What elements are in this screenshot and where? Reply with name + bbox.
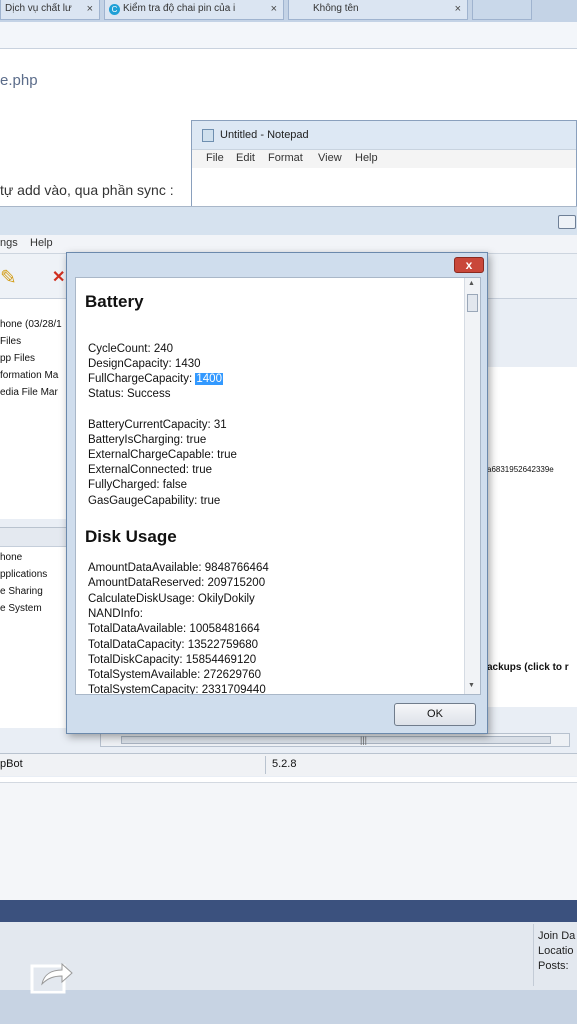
ok-button[interactable]: OK bbox=[394, 703, 476, 726]
maximize-button[interactable] bbox=[558, 215, 576, 229]
close-icon[interactable]: × bbox=[87, 0, 93, 18]
gas-gauge-capability: GasGaugeCapability: true bbox=[88, 495, 221, 507]
battery-info-dialog: x Battery CycleCount: 240 DesignCapacity… bbox=[66, 252, 488, 734]
total-system-available: TotalSystemAvailable: 272629760 bbox=[88, 669, 262, 681]
vertical-scrollbar[interactable]: ▲ ▼ bbox=[464, 278, 480, 694]
scroll-up-icon[interactable]: ▲ bbox=[468, 280, 475, 287]
browser-tab-kiem-tra[interactable]: C Kiểm tra độ chai pin của i × bbox=[104, 0, 284, 20]
dialog-footer: OK bbox=[67, 695, 487, 733]
page-link[interactable]: e.php bbox=[0, 72, 38, 89]
page-body-text: tự add vào, qua phần sync : bbox=[0, 182, 174, 198]
browser-tab-khong-ten[interactable]: Không tên × bbox=[288, 0, 468, 20]
notepad-window[interactable]: Untitled - Notepad File Edit Format View… bbox=[191, 120, 577, 220]
tab-label: Không tên bbox=[313, 3, 359, 14]
share-icon[interactable] bbox=[30, 958, 74, 994]
menu-settings[interactable]: ngs bbox=[0, 237, 18, 249]
profile-location: Locatio bbox=[538, 945, 574, 957]
disk-usage-heading: Disk Usage bbox=[85, 527, 177, 546]
tree-item-device[interactable]: hone (03/28/1 bbox=[0, 319, 62, 330]
battery-heading: Battery bbox=[85, 292, 144, 311]
amount-data-available: AmountDataAvailable: 9848766464 bbox=[88, 562, 269, 574]
browser-tab-dich-vu[interactable]: Dịch vụ chất lư × bbox=[0, 0, 100, 20]
detail-pane bbox=[487, 367, 577, 707]
total-data-available: TotalDataAvailable: 10058481664 bbox=[88, 623, 260, 635]
total-disk-capacity: TotalDiskCapacity: 15854469120 bbox=[88, 654, 257, 666]
scrollbar-thumb[interactable]: ||| bbox=[121, 735, 551, 745]
delete-icon[interactable]: ✕ bbox=[52, 267, 65, 287]
globe-icon: C bbox=[109, 4, 120, 15]
nand-info: NANDInfo: bbox=[88, 608, 143, 620]
app-titlebar bbox=[0, 207, 577, 235]
page-bottom-band bbox=[0, 990, 577, 1024]
calculate-disk-usage: CalculateDiskUsage: OkilyDokily bbox=[88, 593, 255, 605]
menu-view[interactable]: View bbox=[318, 152, 342, 164]
profile-posts: Posts: bbox=[538, 960, 569, 972]
tab-label: Dịch vụ chất lư bbox=[5, 3, 72, 14]
full-charge-value-selected[interactable]: 1400 bbox=[195, 373, 223, 385]
forum-header-band bbox=[0, 900, 577, 922]
tree-item-file-sharing[interactable]: e Sharing bbox=[0, 586, 43, 597]
menu-format[interactable]: Format bbox=[268, 152, 303, 164]
menu-help[interactable]: Help bbox=[355, 152, 378, 164]
horizontal-scrollbar[interactable]: ||| bbox=[100, 733, 570, 747]
tree-item-files[interactable]: Files bbox=[0, 336, 21, 347]
tab-label: Kiểm tra độ chai pin của i bbox=[123, 3, 236, 14]
battery-is-charging: BatteryIsCharging: true bbox=[88, 434, 207, 446]
brush-icon[interactable]: ✎ bbox=[0, 265, 17, 290]
browser-tab-strip: Dịch vụ chất lư × C Kiểm tra độ chai pin … bbox=[0, 0, 577, 22]
window-title: Untitled - Notepad bbox=[220, 129, 309, 141]
amount-data-reserved: AmountDataReserved: 209715200 bbox=[88, 577, 266, 589]
tree-item-information[interactable]: formation Ma bbox=[0, 370, 58, 381]
status-line: Status: Success bbox=[88, 388, 171, 400]
profile-join-date: Join Da bbox=[538, 930, 576, 942]
notepad-menubar: File Edit Format View Help bbox=[192, 149, 576, 168]
total-data-capacity: TotalDataCapacity: 13522759680 bbox=[88, 639, 259, 651]
backups-link[interactable]: ackups (click to r bbox=[487, 662, 569, 673]
scrollbar-thumb[interactable] bbox=[467, 294, 478, 312]
tree-item-file-system[interactable]: e System bbox=[0, 603, 42, 614]
grip-icon: ||| bbox=[360, 735, 368, 745]
tree-item-phone[interactable]: hone bbox=[0, 552, 22, 563]
full-charge-label: FullChargeCapacity: bbox=[88, 373, 196, 385]
status-bar: pBot 5.2.8 bbox=[0, 753, 577, 776]
battery-current-capacity: BatteryCurrentCapacity: 31 bbox=[88, 419, 227, 431]
dialog-content[interactable]: Battery CycleCount: 240 DesignCapacity: … bbox=[75, 277, 481, 695]
profile-divider bbox=[533, 924, 534, 986]
forum-profile-area bbox=[0, 922, 577, 990]
close-icon[interactable]: × bbox=[455, 0, 461, 18]
notepad-icon bbox=[202, 129, 214, 142]
tree-item-applications[interactable]: pplications bbox=[0, 569, 47, 580]
status-divider bbox=[265, 756, 266, 774]
fully-charged: FullyCharged: false bbox=[88, 479, 188, 491]
menu-help[interactable]: Help bbox=[30, 237, 53, 249]
menu-file[interactable]: File bbox=[206, 152, 224, 164]
tree-item-app-files[interactable]: pp Files bbox=[0, 353, 35, 364]
status-app-name: pBot bbox=[0, 758, 23, 770]
total-system-capacity: TotalSystemCapacity: 2331709440 bbox=[88, 684, 266, 695]
cycle-count: CycleCount: 240 bbox=[88, 343, 174, 355]
page-lower-panel bbox=[0, 782, 577, 901]
design-capacity: DesignCapacity: 1430 bbox=[88, 358, 201, 370]
address-bar[interactable] bbox=[0, 22, 577, 49]
menu-edit[interactable]: Edit bbox=[236, 152, 255, 164]
tree-item-media[interactable]: edia File Mar bbox=[0, 387, 58, 398]
status-version: 5.2.8 bbox=[272, 758, 297, 770]
external-connected: ExternalConnected: true bbox=[88, 464, 213, 476]
close-icon[interactable]: × bbox=[271, 0, 277, 18]
close-icon[interactable]: x bbox=[454, 257, 484, 273]
scroll-down-icon[interactable]: ▼ bbox=[468, 682, 475, 689]
external-charge-capable: ExternalChargeCapable: true bbox=[88, 449, 237, 461]
full-charge-capacity: FullChargeCapacity: 1400 bbox=[88, 373, 223, 385]
new-tab-button[interactable] bbox=[472, 0, 532, 20]
device-id-text: a6831952642339e bbox=[487, 465, 554, 474]
